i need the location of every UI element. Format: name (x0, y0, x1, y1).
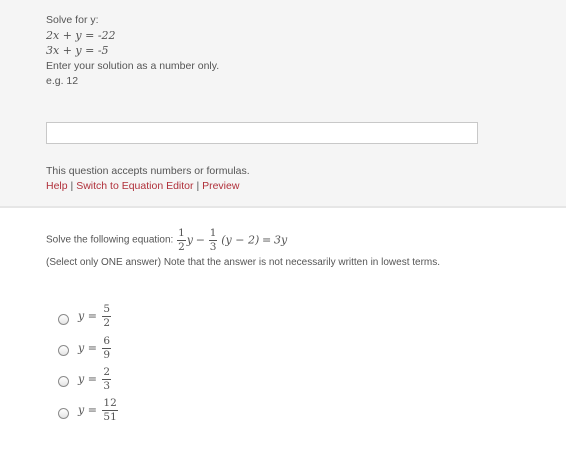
option-radio-4[interactable] (58, 408, 69, 419)
question-2-prompt: Solve the following equation: (46, 234, 174, 246)
option-label-2: y = 69 (78, 336, 112, 360)
question-divider (0, 206, 566, 208)
option-fraction: 12 51 (102, 397, 118, 423)
option-lhs: y = (78, 341, 97, 355)
equation-rhs: 3y (274, 233, 288, 247)
option-lhs: y = (78, 309, 97, 323)
option-fraction: 23 (102, 366, 112, 392)
accepts-note: This question accepts numbers or formula… (46, 165, 250, 177)
question-2-prompt-line: Solve the following equation: 12y − 13 (… (46, 228, 287, 252)
help-link[interactable]: Help (46, 180, 68, 192)
question-1-example: e.g. 12 (46, 75, 79, 87)
equation-group: (y − 2) (221, 233, 260, 247)
equation-fraction-1: 12 (177, 227, 186, 253)
equation-minus: − (195, 233, 205, 247)
option-label-3: y = 23 (78, 367, 112, 391)
answer-input[interactable] (46, 122, 478, 144)
question-1-links: Help | Switch to Equation Editor | Previ… (46, 179, 239, 193)
option-radio-1[interactable] (58, 314, 69, 325)
option-lhs: y = (78, 403, 97, 417)
option-fraction: 52 (102, 303, 112, 329)
link-separator: | (70, 180, 74, 192)
switch-equation-editor-link[interactable]: Switch to Equation Editor (76, 180, 193, 192)
question-1-prompt: Solve for y: (46, 14, 99, 26)
option-radio-2[interactable] (58, 345, 69, 356)
preview-link[interactable]: Preview (202, 180, 239, 192)
equation-2: 3x + y = -5 (46, 44, 109, 57)
option-label-1: y = 52 (78, 304, 112, 328)
link-separator: | (196, 180, 200, 192)
question-1-instruction: Enter your solution as a number only. (46, 60, 220, 72)
equation-1: 2x + y = -22 (46, 29, 116, 42)
option-fraction: 69 (102, 335, 112, 361)
equation-fraction-2: 13 (208, 227, 218, 253)
option-radio-3[interactable] (58, 376, 69, 387)
equation-equals: = (262, 233, 272, 247)
option-label-4: y = 12 51 (78, 398, 119, 422)
option-lhs: y = (78, 372, 97, 386)
equation-term-y: y (186, 233, 193, 247)
question-2-instruction: (Select only ONE answer) Note that the a… (46, 257, 441, 268)
